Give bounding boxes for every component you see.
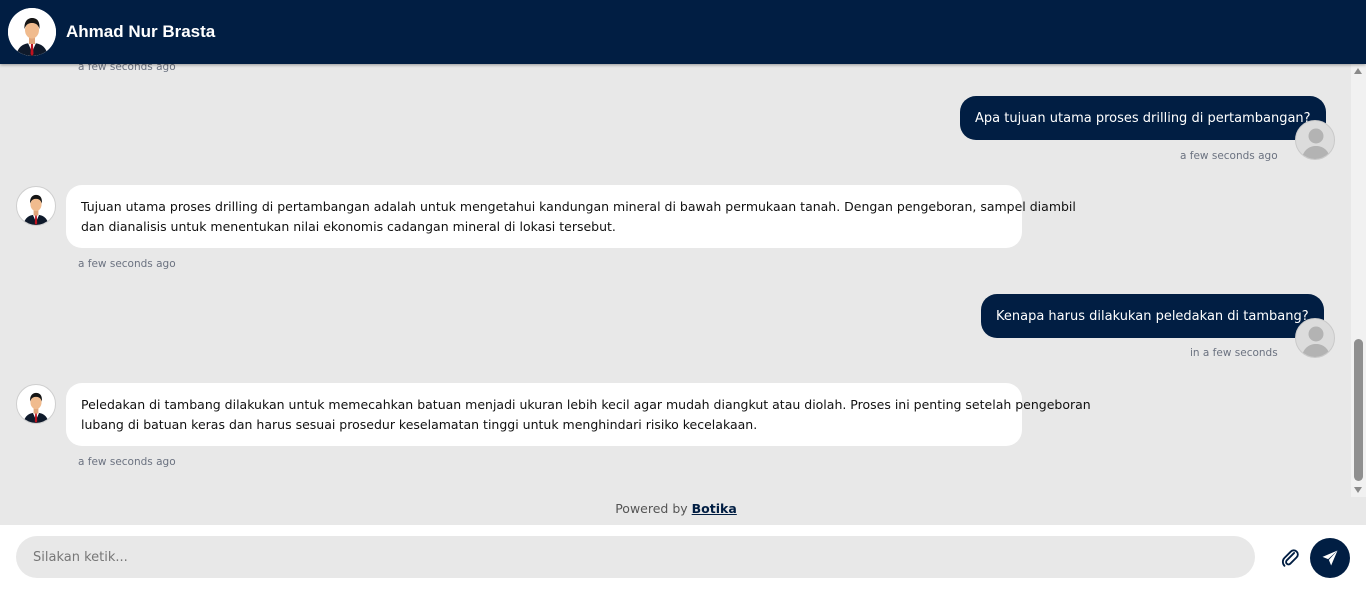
powered-by-label: Powered by (615, 501, 688, 516)
user-avatar-icon (1295, 120, 1335, 160)
message-timestamp: a few seconds ago (78, 64, 176, 73)
message-timestamp: a few seconds ago (78, 456, 176, 468)
powered-by: Powered by Botika (0, 501, 1352, 516)
user-message-bubble: Kenapa harus dilakukan peledakan di tamb… (981, 294, 1324, 338)
bot-avatar-icon (16, 384, 56, 424)
message-timestamp: in a few seconds (1190, 347, 1278, 359)
paperclip-icon[interactable] (1279, 547, 1301, 569)
bot-message-line: Tujuan utama proses drilling di pertamba… (81, 199, 1076, 214)
botika-link[interactable]: Botika (692, 501, 737, 516)
bot-message-line: lubang di batuan keras dan harus sesuai … (81, 416, 758, 432)
chat-header: Ahmad Nur Brasta (0, 0, 1366, 64)
user-message-bubble: Apa tujuan utama proses drilling di pert… (960, 96, 1326, 140)
chat-messages[interactable]: a few seconds ago Apa tujuan utama prose… (0, 64, 1366, 525)
message-composer (0, 525, 1366, 589)
user-avatar-icon (1295, 318, 1335, 358)
bot-message-bubble: Peledakan di tambang dilakukan untuk mem… (66, 383, 1091, 446)
bot-avatar-icon (16, 186, 56, 226)
bot-message-bubble: Tujuan utama proses drilling di pertamba… (66, 185, 1076, 248)
message-timestamp: a few seconds ago (1180, 150, 1278, 162)
message-input[interactable] (16, 536, 1255, 578)
scroll-down-arrow-icon[interactable] (1354, 487, 1362, 493)
send-button[interactable] (1310, 538, 1350, 578)
send-icon (1322, 550, 1338, 566)
chat-title: Ahmad Nur Brasta (66, 22, 216, 41)
scroll-up-arrow-icon[interactable] (1354, 68, 1362, 74)
scroll-thumb[interactable] (1354, 339, 1363, 481)
businessman-avatar-icon (8, 8, 56, 56)
bot-message-line: dan dianalisis untuk menentukan nilai ek… (81, 218, 616, 234)
message-timestamp: a few seconds ago (78, 258, 176, 270)
bot-message-line: Peledakan di tambang dilakukan untuk mem… (81, 397, 1091, 412)
chat-scrollbar[interactable] (1351, 64, 1366, 497)
